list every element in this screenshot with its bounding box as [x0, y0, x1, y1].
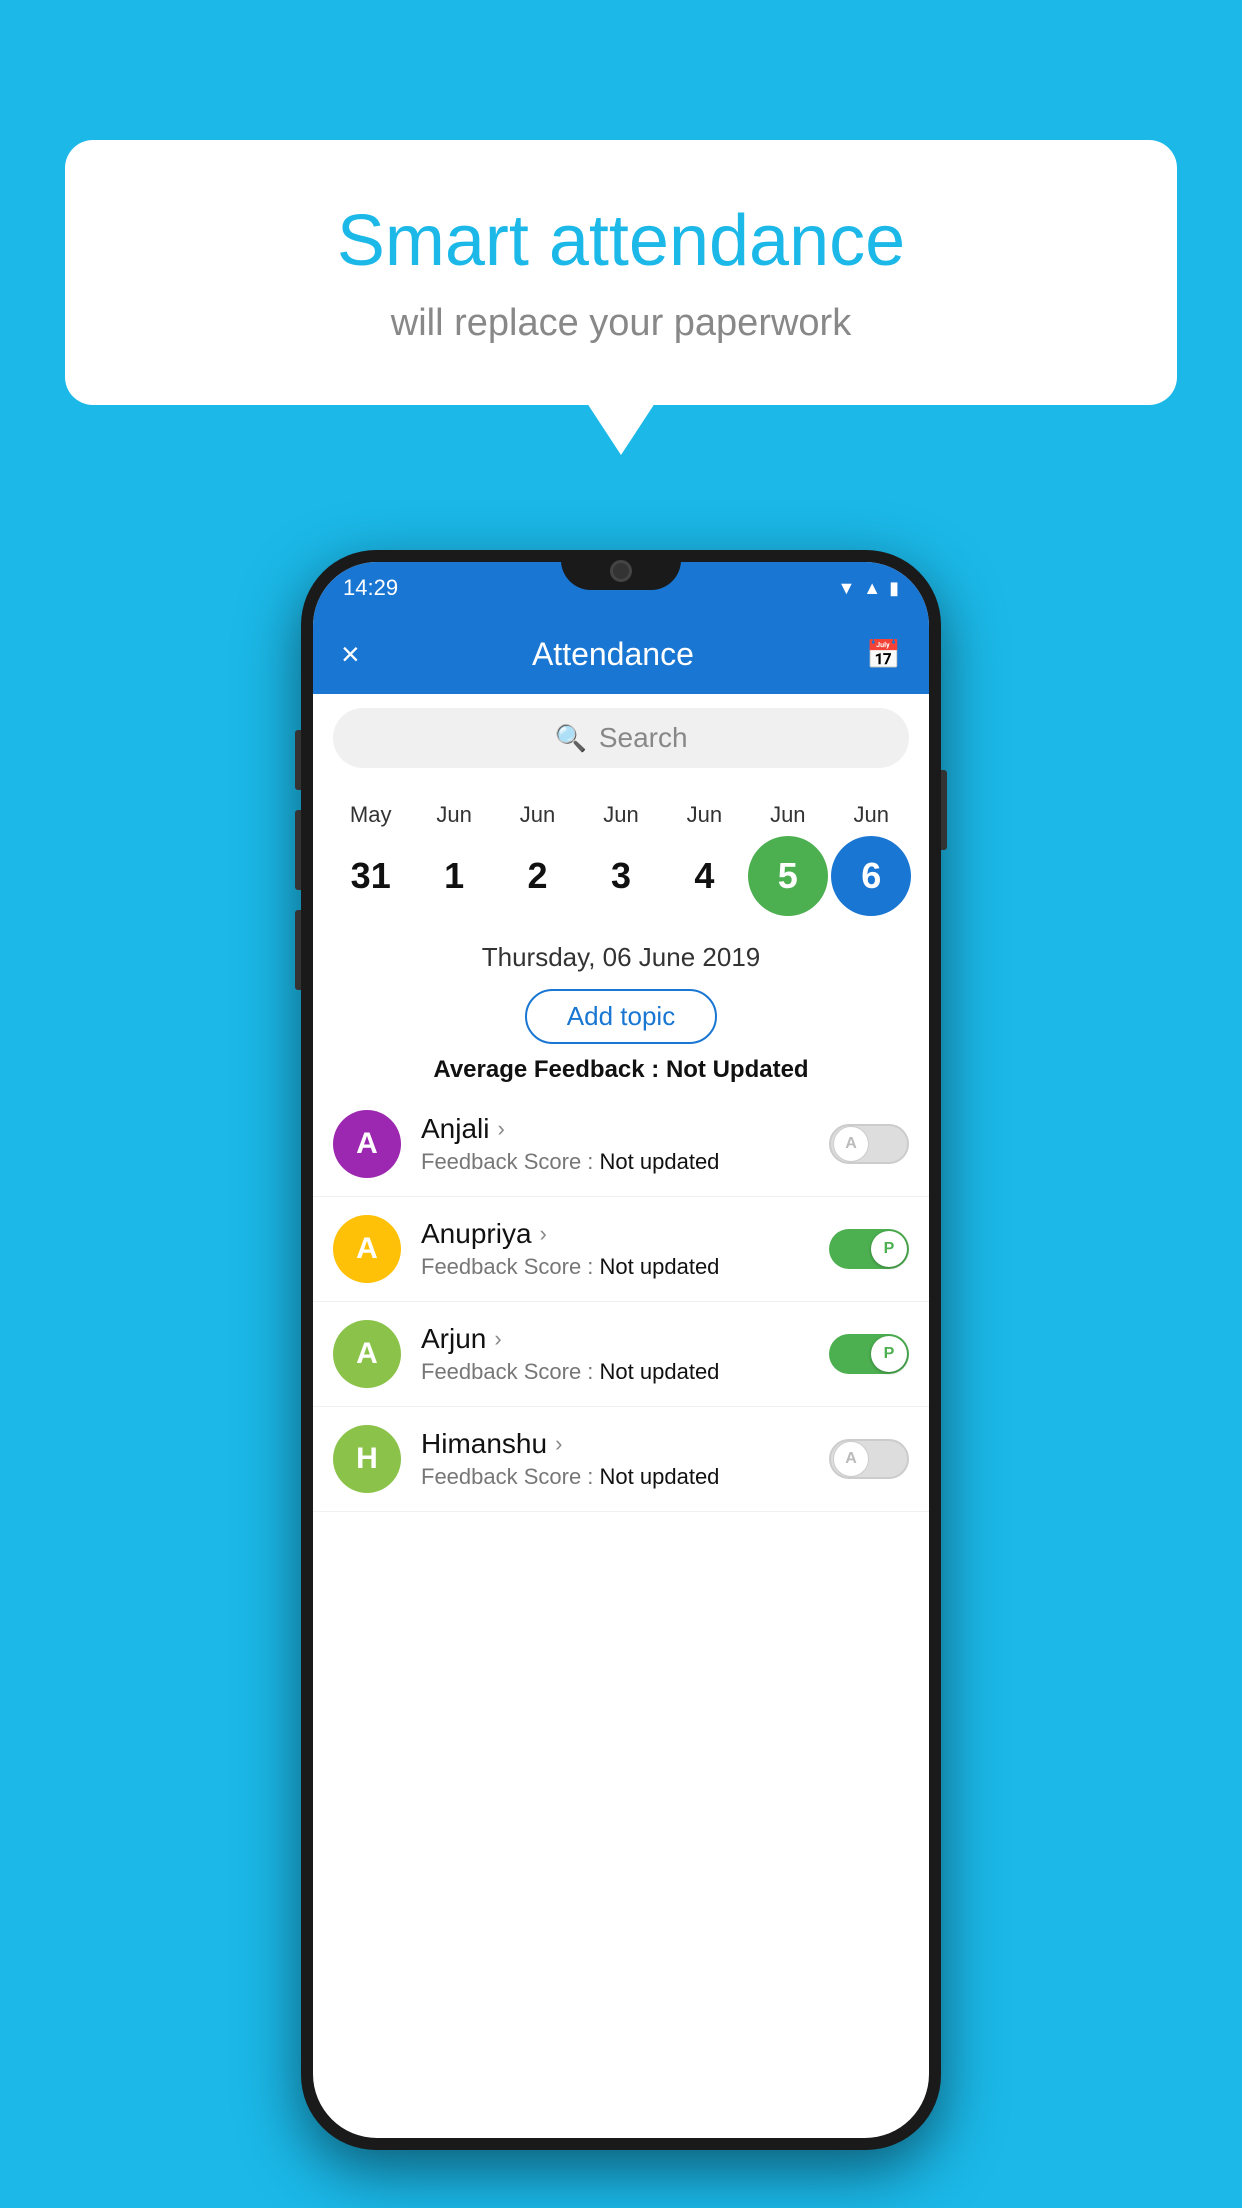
feedback-value-3: Not updated [600, 1464, 720, 1489]
student-feedback-3: Feedback Score : Not updated [421, 1464, 829, 1490]
date-5-today[interactable]: 5 [748, 836, 828, 916]
student-info-1: Anupriya › Feedback Score : Not updated [421, 1218, 829, 1280]
bubble-subtitle: will replace your paperwork [145, 302, 1097, 345]
student-avatar-0[interactable]: A [333, 1110, 401, 1178]
calendar-section: May Jun Jun Jun Jun Jun Jun 31 1 2 3 4 5… [313, 782, 929, 926]
toggle-knob-2: P [871, 1336, 907, 1372]
speech-bubble-container: Smart attendance will replace your paper… [65, 140, 1177, 405]
wifi-icon: ▼ [837, 578, 855, 599]
chevron-icon-1: › [540, 1221, 547, 1247]
student-name-2[interactable]: Arjun › [421, 1323, 829, 1355]
student-avatar-2[interactable]: A [333, 1320, 401, 1388]
student-item: A Anjali › Feedback Score : Not updated … [313, 1092, 929, 1197]
search-icon: 🔍 [554, 723, 586, 754]
phone-button-vol-up [295, 810, 301, 890]
phone-screen: 14:29 ▼ ▲ ▮ × Attendance 📅 🔍 Search [313, 562, 929, 2138]
student-info-0: Anjali › Feedback Score : Not updated [421, 1113, 829, 1175]
app-title: Attendance [532, 636, 694, 673]
date-2[interactable]: 2 [498, 836, 578, 916]
add-topic-button[interactable]: Add topic [525, 989, 717, 1044]
phone-mockup: 14:29 ▼ ▲ ▮ × Attendance 📅 🔍 Search [301, 550, 941, 2150]
month-5: Jun [748, 802, 828, 828]
avg-feedback-value: Not Updated [666, 1056, 809, 1083]
calendar-dates: 31 1 2 3 4 5 6 [329, 836, 913, 916]
student-list: A Anjali › Feedback Score : Not updated … [313, 1092, 929, 1512]
calendar-icon[interactable]: 📅 [866, 638, 901, 671]
search-bar[interactable]: 🔍 Search [333, 708, 909, 768]
status-time: 14:29 [343, 575, 398, 601]
student-name-1[interactable]: Anupriya › [421, 1218, 829, 1250]
student-feedback-1: Feedback Score : Not updated [421, 1254, 829, 1280]
date-6-selected[interactable]: 6 [831, 836, 911, 916]
search-placeholder: Search [599, 722, 688, 754]
month-0: May [331, 802, 411, 828]
attendance-toggle-0[interactable]: A [829, 1124, 909, 1164]
date-4[interactable]: 4 [664, 836, 744, 916]
chevron-icon-0: › [497, 1116, 504, 1142]
date-1[interactable]: 1 [414, 836, 494, 916]
student-feedback-0: Feedback Score : Not updated [421, 1149, 829, 1175]
month-6: Jun [831, 802, 911, 828]
toggle-knob-1: P [871, 1231, 907, 1267]
month-1: Jun [414, 802, 494, 828]
feedback-value-0: Not updated [600, 1149, 720, 1174]
student-item: H Himanshu › Feedback Score : Not update… [313, 1407, 929, 1512]
toggle-knob-3: A [833, 1441, 869, 1477]
student-info-3: Himanshu › Feedback Score : Not updated [421, 1428, 829, 1490]
student-name-0[interactable]: Anjali › [421, 1113, 829, 1145]
close-button[interactable]: × [341, 636, 360, 673]
phone-camera [610, 560, 632, 582]
month-2: Jun [498, 802, 578, 828]
selected-date-text: Thursday, 06 June 2019 [313, 942, 929, 973]
feedback-value-1: Not updated [600, 1254, 720, 1279]
speech-bubble: Smart attendance will replace your paper… [65, 140, 1177, 405]
date-3[interactable]: 3 [581, 836, 661, 916]
chevron-icon-2: › [494, 1326, 501, 1352]
date-info: Thursday, 06 June 2019 Add topic Average… [313, 926, 929, 1092]
avg-feedback-label: Average Feedback : [433, 1056, 666, 1083]
toggle-knob-0: A [833, 1126, 869, 1162]
student-feedback-2: Feedback Score : Not updated [421, 1359, 829, 1385]
battery-icon: ▮ [889, 578, 899, 599]
attendance-toggle-2[interactable]: P [829, 1334, 909, 1374]
student-info-2: Arjun › Feedback Score : Not updated [421, 1323, 829, 1385]
feedback-value-2: Not updated [600, 1359, 720, 1384]
chevron-icon-3: › [555, 1431, 562, 1457]
status-icons: ▼ ▲ ▮ [837, 578, 899, 599]
signal-icon: ▲ [863, 578, 881, 599]
month-3: Jun [581, 802, 661, 828]
month-4: Jun [664, 802, 744, 828]
attendance-toggle-3[interactable]: A [829, 1439, 909, 1479]
phone-outer: 14:29 ▼ ▲ ▮ × Attendance 📅 🔍 Search [301, 550, 941, 2150]
avg-feedback: Average Feedback : Not Updated [313, 1056, 929, 1084]
app-header: × Attendance 📅 [313, 614, 929, 694]
student-item: A Anupriya › Feedback Score : Not update… [313, 1197, 929, 1302]
student-name-3[interactable]: Himanshu › [421, 1428, 829, 1460]
student-avatar-1[interactable]: A [333, 1215, 401, 1283]
student-avatar-3[interactable]: H [333, 1425, 401, 1493]
phone-button-vol-down [295, 910, 301, 990]
calendar-months: May Jun Jun Jun Jun Jun Jun [329, 802, 913, 828]
phone-notch [561, 550, 681, 590]
phone-button-power [941, 770, 947, 850]
attendance-toggle-1[interactable]: P [829, 1229, 909, 1269]
phone-button-vol-silent [295, 730, 301, 790]
search-container: 🔍 Search [313, 694, 929, 782]
bubble-title: Smart attendance [145, 200, 1097, 282]
student-item: A Arjun › Feedback Score : Not updated P [313, 1302, 929, 1407]
date-31[interactable]: 31 [331, 836, 411, 916]
